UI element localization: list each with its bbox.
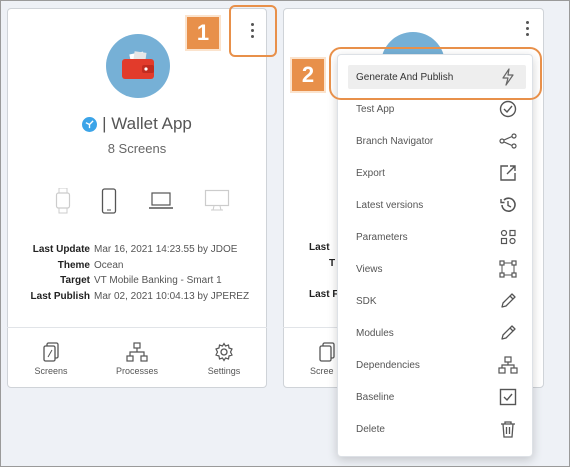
app-metadata: Last Update Mar 16, 2021 14:23.55 by JDO…: [30, 242, 250, 304]
meta-last-publish: Last Publish Mar 02, 2021 10:04.13 by JP…: [30, 290, 250, 302]
card-divider: [7, 327, 267, 328]
step-badge: 2: [290, 57, 326, 93]
menu-item-dependencies[interactable]: Dependencies: [348, 353, 526, 377]
views-icon: [498, 259, 518, 279]
generate-publish-highlight: [329, 47, 542, 100]
settings-button[interactable]: Settings: [189, 342, 259, 376]
pencil-icon: [498, 291, 518, 311]
step-badge: 1: [185, 15, 221, 51]
checkbox-icon: [498, 387, 518, 407]
screens-count: 8 Screens: [107, 141, 167, 156]
meta-target: Target VT Mobile Banking - Smart 1: [60, 275, 222, 286]
history-icon: [498, 195, 518, 215]
screens-icon: [319, 342, 335, 362]
export-icon: [498, 163, 518, 183]
pencil-icon: [498, 323, 518, 343]
menu-item-latest-versions[interactable]: Latest versions: [348, 193, 526, 217]
app-context-menu: Generate And Publish Test App Branch Nav…: [337, 54, 533, 457]
card-divider: [283, 327, 337, 328]
app-avatar: [106, 34, 170, 98]
menu-item-sdk[interactable]: SDK: [348, 289, 526, 313]
meta-theme: Theme Ocean: [57, 259, 124, 271]
hierarchy-icon: [498, 355, 518, 375]
menu-item-parameters[interactable]: Parameters: [348, 225, 526, 249]
menu-item-modules[interactable]: Modules: [348, 321, 526, 345]
app-title[interactable]: | Wallet App: [7, 114, 267, 134]
menu-item-export[interactable]: Export: [348, 161, 526, 185]
laptop-icon: [148, 192, 173, 209]
trash-icon: [498, 419, 518, 439]
branch-icon: [498, 131, 518, 151]
screens-button-second[interactable]: Scree: [298, 342, 338, 376]
check-circle-icon: [498, 99, 518, 119]
gear-icon: [215, 342, 233, 362]
processes-button[interactable]: Processes: [102, 342, 172, 376]
partial-meta-label: T: [329, 258, 336, 269]
parameters-icon: [498, 227, 518, 247]
menu-item-views[interactable]: Views: [348, 257, 526, 281]
screens-button[interactable]: Screens: [16, 342, 86, 376]
kebab-highlight: [229, 5, 277, 57]
menu-item-test-app[interactable]: Test App: [348, 97, 526, 121]
phone-icon: [102, 188, 117, 214]
wallet-icon: [122, 51, 154, 79]
device-targets: [55, 188, 230, 214]
processes-icon: [126, 342, 148, 362]
partial-meta-label: Last F: [309, 289, 339, 300]
desktop-icon: [204, 189, 230, 211]
menu-item-branch-navigator[interactable]: Branch Navigator: [348, 129, 526, 153]
menu-item-baseline[interactable]: Baseline: [348, 385, 526, 409]
kebab-menu-button-second[interactable]: [517, 16, 537, 40]
watch-icon: [55, 188, 71, 214]
partial-meta-label: Last: [309, 242, 330, 253]
menu-item-delete[interactable]: Delete: [348, 417, 526, 441]
meta-last-update: Last Update Mar 16, 2021 14:23.55 by JDO…: [32, 244, 238, 255]
app-title-text: | Wallet App: [102, 114, 192, 133]
screens-icon: [43, 342, 59, 362]
app-type-icon: [82, 116, 98, 132]
